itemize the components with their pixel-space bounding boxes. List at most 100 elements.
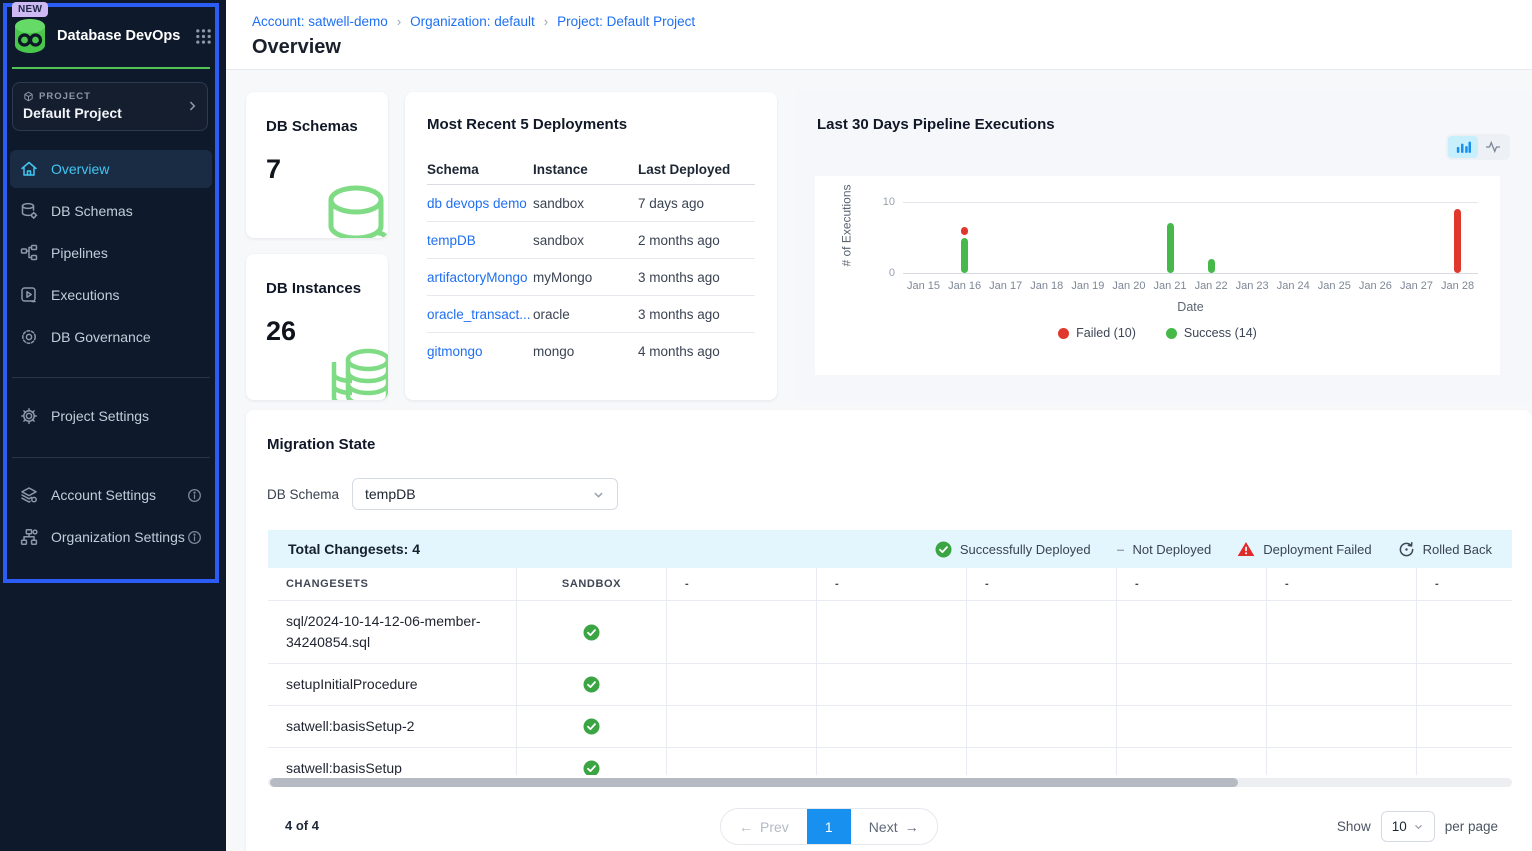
recent-deployments-card: Most Recent 5 Deployments SchemaInstance…	[405, 92, 777, 400]
breadcrumb-link[interactable]: Account: satwell-demo	[252, 14, 388, 29]
page-number-button[interactable]: 1	[807, 809, 851, 844]
success-check-icon	[583, 676, 600, 693]
table-cell: satwell:basisSetup-2	[268, 706, 517, 747]
chart-bar-group[interactable]	[1232, 202, 1273, 273]
chart-bar-group[interactable]	[1067, 202, 1108, 273]
status-legend-label: Deployment Failed	[1263, 542, 1371, 557]
scrollbar-thumb[interactable]	[270, 778, 1238, 787]
breadcrumb: Account: satwell-demo›Organization: defa…	[252, 14, 695, 29]
info-icon[interactable]	[187, 530, 202, 545]
schema-link[interactable]: tempDB	[427, 233, 476, 248]
breadcrumb-link[interactable]: Project: Default Project	[557, 14, 695, 29]
info-icon[interactable]	[187, 488, 202, 503]
migration-state-panel: Migration State DB Schema tempDB Total C…	[246, 410, 1532, 851]
changesets-table: CHANGESETSSANDBOX------sql/2024-10-14-12…	[268, 568, 1512, 775]
status-legend: Successfully Deployed –Not Deployed Deploy…	[935, 541, 1492, 558]
breadcrumb-link[interactable]: Organization: default	[410, 14, 535, 29]
x-axis-label: Date	[903, 300, 1478, 314]
stat-value: 7	[266, 154, 281, 185]
table-cell	[1117, 601, 1267, 663]
instance-cell: oracle	[533, 307, 638, 322]
pipeline-executions-card: Last 30 Days Pipeline Executions	[795, 90, 1532, 403]
schema-link[interactable]: db devops demo	[427, 196, 527, 211]
table-cell	[1267, 601, 1417, 663]
chart-bar-group[interactable]	[1355, 202, 1396, 273]
table-cell	[1417, 601, 1512, 663]
status-legend-item: Successfully Deployed	[935, 541, 1091, 558]
bar-chart-toggle-icon[interactable]	[1448, 136, 1478, 158]
total-changesets-label: Total Changesets: 4	[288, 541, 420, 557]
deployments-table: SchemaInstanceLast Deployeddb devops dem…	[427, 155, 755, 370]
table-cell	[517, 664, 667, 705]
status-legend-item: Deployment Failed	[1237, 541, 1371, 557]
table-cell	[967, 664, 1117, 705]
sidebar-item-db-schemas[interactable]: DB Schemas	[10, 192, 212, 230]
horizontal-scrollbar[interactable]	[268, 778, 1512, 787]
sidebar-item-label: Project Settings	[51, 408, 149, 424]
chart-legend-item[interactable]: Failed (10)	[1058, 326, 1136, 340]
row-count: 4 of 4	[285, 818, 319, 833]
next-page-button[interactable]: Next →	[851, 809, 937, 844]
success-check-icon	[935, 541, 952, 558]
page-size-value: 10	[1392, 819, 1407, 834]
sidebar-item-executions[interactable]: Executions	[10, 276, 212, 314]
rolled-back-icon	[1398, 541, 1415, 558]
column-header: -	[667, 568, 817, 600]
table-cell	[517, 706, 667, 747]
chart-bar-group[interactable]	[1396, 202, 1437, 273]
table-cell	[1267, 748, 1417, 775]
x-tick-label: Jan 20	[1108, 280, 1149, 292]
schema-link[interactable]: artifactoryMongo	[427, 270, 528, 285]
table-cell	[667, 706, 817, 747]
instance-cell: mongo	[533, 344, 638, 359]
db-schema-select[interactable]: tempDB	[352, 478, 618, 510]
sidebar-item-pipelines[interactable]: Pipelines	[10, 234, 212, 272]
home-icon	[20, 160, 38, 178]
status-legend-label: Not Deployed	[1132, 542, 1211, 557]
chart-bar-group[interactable]	[1026, 202, 1067, 273]
success-check-icon	[583, 624, 600, 641]
table-cell: sql/2024-10-14-12-06-member-34240854.sql	[268, 601, 517, 663]
chevron-down-icon	[1413, 821, 1424, 832]
schema-link[interactable]: oracle_transact...	[427, 307, 531, 322]
sidebar-item-label: Pipelines	[51, 245, 108, 261]
table-row: satwell:basisSetup	[268, 748, 1512, 775]
chart-bar-group[interactable]	[1314, 202, 1355, 273]
chart-bar-group[interactable]	[944, 202, 985, 273]
chart-bar-group[interactable]	[903, 202, 944, 273]
table-cell	[817, 748, 967, 775]
legend-label: Success (14)	[1184, 326, 1257, 340]
page-size-select[interactable]: 10	[1381, 811, 1435, 842]
table-cell	[967, 601, 1117, 663]
sidebar-item-organization-settings[interactable]: Organization Settings	[10, 518, 212, 556]
deployment-row: artifactoryMongomyMongo3 months ago	[427, 259, 755, 296]
db-schemas-card: DB Schemas 7	[246, 92, 388, 238]
chart-bar-group[interactable]	[985, 202, 1026, 273]
sidebar-item-db-governance[interactable]: DB Governance	[10, 318, 212, 356]
total-changesets-bar: Total Changesets: 4 Successfully Deploye…	[268, 530, 1512, 568]
chart-bar-group[interactable]	[1273, 202, 1314, 273]
status-legend-item: –Not Deployed	[1117, 541, 1212, 557]
chart-legend-item[interactable]: Success (14)	[1166, 326, 1257, 340]
chart-bar-group[interactable]	[1191, 202, 1232, 273]
table-cell	[1117, 748, 1267, 775]
project-selector[interactable]: PROJECT Default Project	[12, 82, 208, 131]
deployment-row: gitmongomongo4 months ago	[427, 333, 755, 370]
sidebar-item-overview[interactable]: Overview	[10, 150, 212, 188]
apps-grid-icon[interactable]	[195, 28, 212, 45]
schema-link[interactable]: gitmongo	[427, 344, 483, 359]
sidebar-item-project-settings[interactable]: Project Settings	[10, 397, 212, 435]
migration-title: Migration State	[267, 436, 375, 453]
chart-bar-group[interactable]	[1437, 202, 1478, 273]
chart-plot-area: # of Executions 010 Jan 15Jan 16Jan 17Ja…	[815, 176, 1500, 375]
organization-settings-icon	[20, 528, 38, 546]
account-settings-icon	[20, 486, 38, 504]
chart-bar-group[interactable]	[1149, 202, 1190, 273]
chart-bar-group[interactable]	[1108, 202, 1149, 273]
table-cell	[967, 748, 1117, 775]
prev-page-button[interactable]: ← Prev	[721, 809, 807, 844]
gridline	[903, 273, 1478, 274]
line-chart-toggle-icon[interactable]	[1478, 136, 1508, 158]
failed-bar	[1454, 209, 1461, 273]
sidebar-item-account-settings[interactable]: Account Settings	[10, 476, 212, 514]
